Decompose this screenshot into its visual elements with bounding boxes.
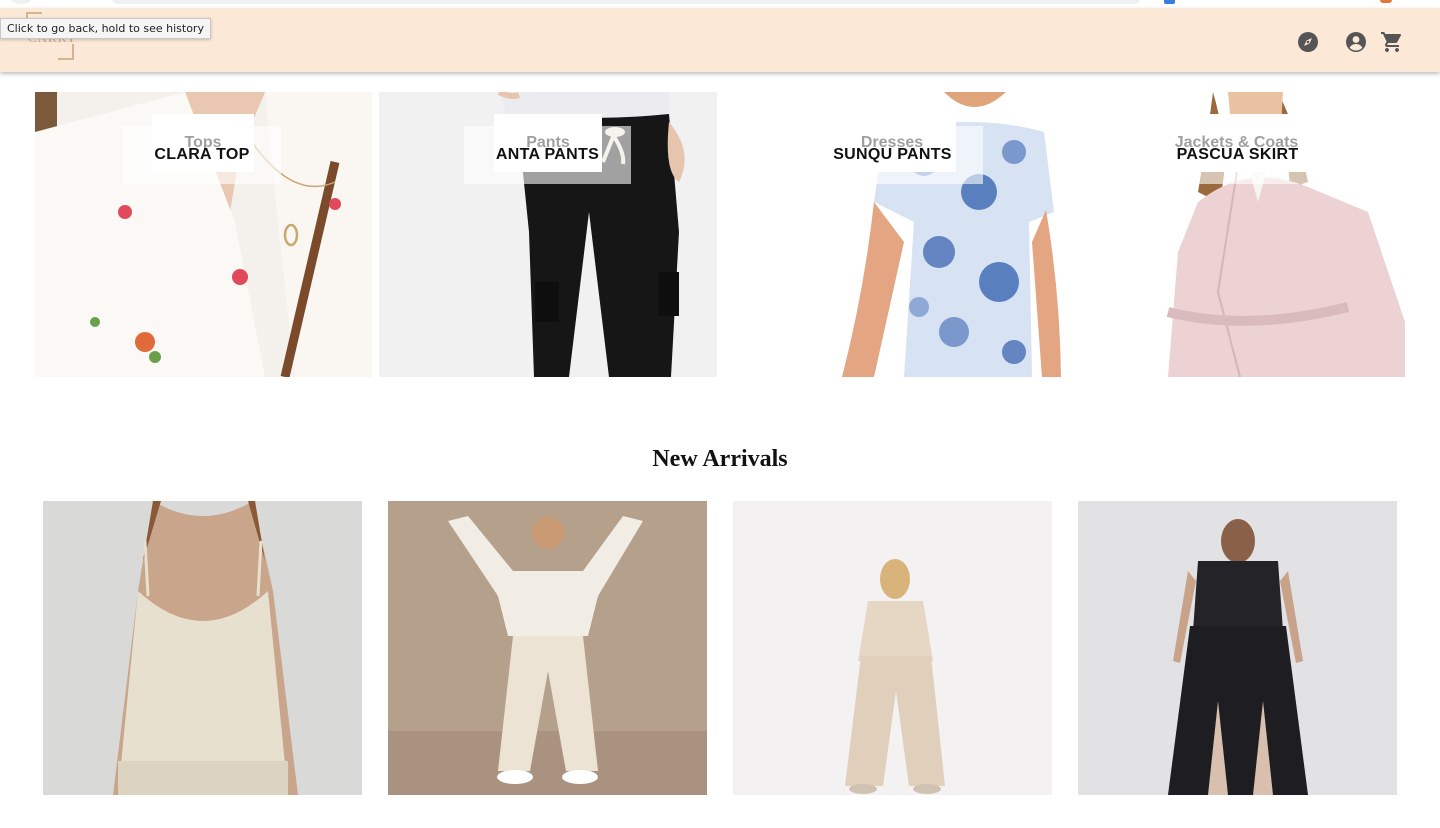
- back-button-tooltip: Click to go back, hold to see history: [0, 18, 211, 39]
- sunqu-pants-photo: [733, 501, 1052, 795]
- site-header: CARRY: [0, 8, 1440, 72]
- logo-corner: [58, 44, 74, 60]
- product-tile-anta-pants[interactable]: [388, 501, 707, 795]
- shopping-cart-icon[interactable]: [1380, 30, 1404, 54]
- product-tile-clara-top[interactable]: [43, 501, 362, 795]
- browser-toolbar: [0, 0, 1440, 8]
- product-label-sunqu-pants[interactable]: SUNQU PANTS: [802, 126, 983, 184]
- profile-icon[interactable]: [1380, 0, 1392, 3]
- clara-top-photo: [43, 501, 362, 795]
- extension-icon[interactable]: [1164, 0, 1175, 4]
- compass-icon[interactable]: [1296, 30, 1320, 54]
- product-label-anta-pants[interactable]: ANTA PANTS: [464, 126, 631, 184]
- back-button[interactable]: [10, 0, 32, 4]
- product-tile-sunqu-pants[interactable]: [733, 501, 1052, 795]
- anta-pants-photo: [388, 501, 707, 795]
- new-arrivals-title: New Arrivals: [652, 446, 788, 472]
- product-label-pascua-skirt[interactable]: PASCUA SKIRT: [1145, 126, 1330, 184]
- account-circle-icon[interactable]: [1344, 30, 1368, 54]
- product-tile-pascua-skirt[interactable]: [1078, 501, 1397, 795]
- pascua-skirt-photo: [1078, 501, 1397, 795]
- product-label-clara-top[interactable]: CLARA TOP: [123, 126, 281, 184]
- address-bar[interactable]: [112, 0, 1140, 4]
